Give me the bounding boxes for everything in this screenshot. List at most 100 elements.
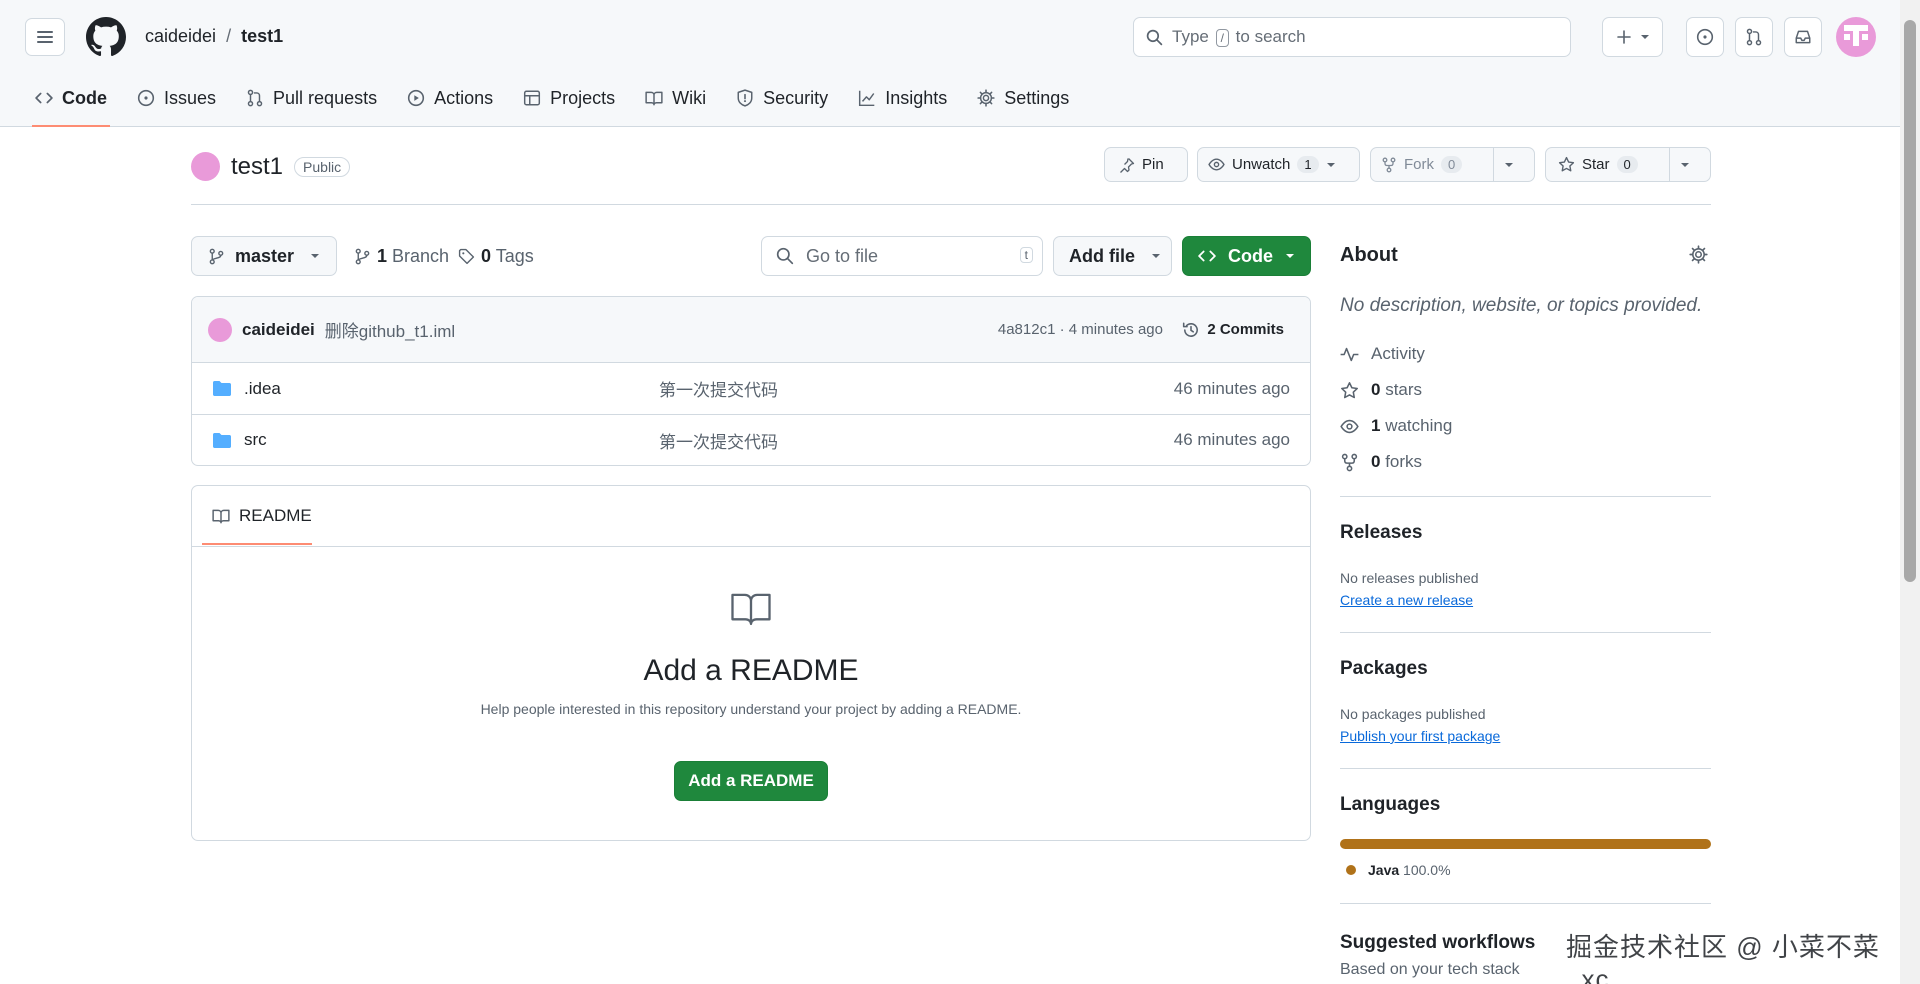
divider — [1340, 903, 1711, 904]
list-item[interactable]: src 第一次提交代码 46 minutes ago — [192, 414, 1310, 465]
tab-code[interactable]: Code — [24, 80, 118, 127]
chevron-down-icon — [311, 254, 320, 258]
stars-label: stars — [1385, 380, 1423, 399]
repo-link[interactable]: test1 — [241, 26, 283, 47]
language-item[interactable]: Java 100.0% — [1346, 862, 1451, 878]
branch-name: master — [235, 245, 295, 266]
chevron-down-icon — [1640, 35, 1649, 39]
add-file-button[interactable]: Add file — [1053, 236, 1172, 276]
commit-hash-time[interactable]: 4a812c1 · 4 minutes ago — [998, 321, 1163, 338]
activity-link[interactable]: Activity — [1340, 344, 1425, 364]
stars-link[interactable]: 0 stars — [1340, 380, 1422, 400]
pin-button[interactable]: Pin — [1104, 147, 1188, 182]
pulse-icon — [1340, 347, 1359, 361]
file-commit-message[interactable]: 第一次提交代码 — [659, 428, 778, 453]
packages-empty-text: No packages published — [1340, 706, 1486, 722]
branch-selector[interactable]: master — [191, 236, 337, 276]
pull-request-icon — [247, 89, 263, 107]
about-description: No description, website, or topics provi… — [1340, 295, 1703, 316]
add-readme-button[interactable]: Add a README — [674, 761, 828, 801]
commit-message[interactable]: 删除github_t1.iml — [325, 317, 455, 342]
menu-button[interactable] — [25, 18, 65, 56]
file-name[interactable]: src — [244, 430, 267, 450]
folder-icon — [213, 432, 231, 448]
file-list: caideidei 删除github_t1.iml 4a812c1 · 4 mi… — [191, 296, 1311, 466]
pull-requests-button[interactable] — [1735, 17, 1773, 57]
tab-wiki[interactable]: Wiki — [634, 80, 717, 116]
tab-pull-requests[interactable]: Pull requests — [235, 80, 388, 116]
tab-projects[interactable]: Projects — [512, 80, 626, 116]
publish-package-link[interactable]: Publish your first package — [1340, 728, 1500, 744]
go-to-file-shortcut: t — [1019, 247, 1033, 263]
pin-icon — [1120, 157, 1135, 173]
github-logo-icon[interactable] — [86, 17, 126, 57]
forks-link[interactable]: 0 forks — [1340, 452, 1422, 472]
repo-name[interactable]: test1 — [231, 153, 283, 181]
star-dropdown[interactable] — [1670, 148, 1700, 181]
tab-settings[interactable]: Settings — [966, 80, 1080, 116]
go-to-file-input[interactable]: Go to file t — [761, 236, 1043, 276]
file-commit-message[interactable]: 第一次提交代码 — [659, 376, 778, 401]
packages-heading[interactable]: Packages — [1340, 658, 1428, 680]
breadcrumb-separator: / — [226, 26, 232, 46]
star-button[interactable]: Star 0 — [1545, 147, 1711, 182]
language-color-dot — [1346, 865, 1356, 875]
plus-icon — [1616, 30, 1631, 44]
branch-label: Branch — [392, 246, 450, 266]
search-input[interactable]: Type / to search — [1133, 17, 1571, 57]
search-shortcut-key: / — [1215, 29, 1229, 47]
stars-count: 0 — [1371, 380, 1381, 399]
search-placeholder-post: to search — [1235, 27, 1306, 46]
tag-label: Tags — [495, 246, 534, 266]
tab-insights[interactable]: Insights — [847, 80, 958, 116]
commit-author[interactable]: caideidei — [242, 320, 315, 340]
readme-heading: Add a README — [643, 654, 859, 687]
issues-button[interactable] — [1686, 17, 1724, 57]
commits-link[interactable]: 2 Commits — [1182, 321, 1284, 339]
pull-request-icon — [1746, 28, 1762, 46]
tab-security[interactable]: Security — [725, 80, 839, 116]
chevron-down-icon — [1326, 162, 1335, 167]
releases-heading[interactable]: Releases — [1340, 522, 1422, 544]
scrollbar-thumb[interactable] — [1904, 20, 1916, 582]
language-percent: 100.0% — [1403, 862, 1451, 878]
tab-issues[interactable]: Issues — [126, 80, 227, 116]
inbox-icon — [1795, 30, 1811, 44]
play-icon — [407, 89, 425, 107]
repo-owner-avatar — [191, 152, 220, 181]
fork-counter: 0 — [1441, 156, 1463, 173]
branches-link[interactable]: 1 Branch — [354, 246, 449, 267]
code-button[interactable]: Code — [1182, 236, 1311, 276]
repo-nav-tabs: Code Issues Pull requests Actions Projec… — [24, 80, 1088, 127]
star-icon — [1558, 156, 1575, 172]
star-label: Star — [1582, 156, 1610, 173]
inbox-button[interactable] — [1784, 17, 1822, 57]
tab-label: Issues — [164, 87, 217, 108]
divider — [1340, 632, 1711, 633]
readme-tab[interactable]: README — [212, 506, 312, 526]
file-name[interactable]: .idea — [244, 379, 281, 399]
list-item[interactable]: .idea 第一次提交代码 46 minutes ago — [192, 363, 1310, 414]
star-icon — [1341, 381, 1358, 398]
divider — [192, 546, 1310, 547]
chevron-down-icon — [1505, 162, 1513, 167]
create-release-link[interactable]: Create a new release — [1340, 592, 1473, 608]
eye-icon — [1340, 419, 1359, 433]
book-icon — [730, 591, 772, 627]
create-new-button[interactable] — [1602, 17, 1663, 57]
owner-link[interactable]: caideidei — [145, 26, 216, 47]
unwatch-button[interactable]: Unwatch 1 — [1197, 147, 1360, 182]
user-avatar[interactable] — [1836, 17, 1876, 57]
tab-label: Insights — [885, 87, 948, 108]
gear-icon[interactable] — [1689, 245, 1708, 264]
tab-label: Actions — [434, 87, 494, 108]
table-icon — [524, 90, 541, 106]
language-bar — [1340, 839, 1711, 849]
suggested-workflows-subtitle: Based on your tech stack — [1340, 961, 1520, 978]
fork-button[interactable]: Fork 0 — [1370, 147, 1535, 182]
tags-link[interactable]: 0 Tags — [458, 246, 534, 267]
tab-actions[interactable]: Actions — [396, 80, 504, 116]
watching-link[interactable]: 1 watching — [1340, 416, 1452, 436]
fork-dropdown[interactable] — [1494, 148, 1524, 181]
commit-author-avatar[interactable] — [208, 317, 232, 342]
